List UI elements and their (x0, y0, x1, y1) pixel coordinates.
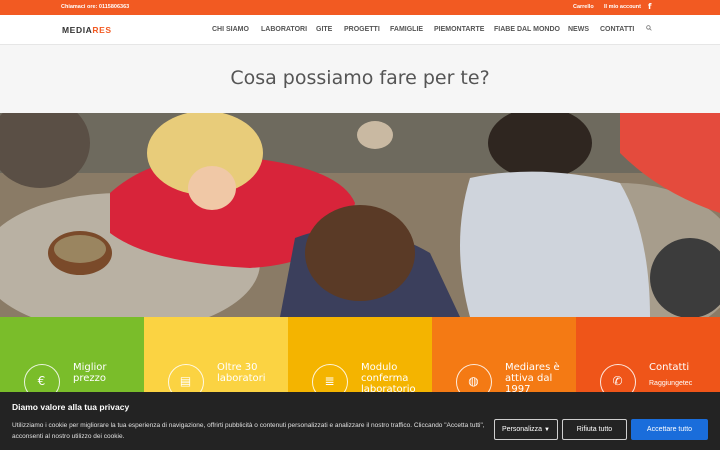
cookie-banner: Diamo valore alla tua privacy Utilizziam… (0, 392, 720, 450)
caret-down-icon: ▼ (544, 427, 550, 433)
phone-text: Chiamaci ore: 0115806363 (61, 4, 130, 10)
top-bar: Chiamaci ore: 0115806363 Carrello Il mio… (0, 0, 720, 15)
nav-contatti[interactable]: CONTATTI (600, 26, 634, 33)
nav-famiglie[interactable]: FAMIGLIE (390, 26, 423, 33)
tile-subtitle: Raggiungetec (649, 380, 693, 387)
reject-all-button[interactable]: Rifiuta tutto (562, 419, 627, 440)
customize-button[interactable]: Personalizza ▼ (494, 419, 558, 440)
cookie-body: Utilizziamo i cookie per migliorare la t… (12, 422, 485, 440)
hero-section: Cosa possiamo fare per te? (0, 45, 720, 113)
account-link[interactable]: Il mio account (604, 4, 641, 10)
search-icon[interactable] (646, 25, 652, 31)
hero-photo (0, 113, 720, 317)
tile-title: Modulo conferma laboratorio (361, 362, 416, 395)
nav-gite[interactable]: GITE (316, 26, 332, 33)
nav-news[interactable]: NEWS (568, 26, 589, 33)
page-title: Cosa possiamo fare per te? (230, 67, 490, 89)
nav-laboratori[interactable]: LABORATORI (261, 26, 307, 33)
logo[interactable]: MEDIARES (62, 25, 112, 35)
tile-title: Contatti (649, 362, 690, 373)
nav-piemontarte[interactable]: PIEMONTARTE (434, 26, 484, 33)
cart-link[interactable]: Carrello (573, 4, 594, 10)
site-header: MEDIARES CHI SIAMO LABORATORI GITE PROGE… (0, 15, 720, 45)
facebook-icon[interactable]: f (648, 2, 651, 11)
nav-chi-siamo[interactable]: CHI SIAMO (212, 26, 249, 33)
cookie-title: Diamo valore alla tua privacy (12, 402, 130, 412)
tile-title: Miglior prezzo (73, 362, 107, 384)
accept-all-button[interactable]: Accettare tutto (631, 419, 708, 440)
nav-progetti[interactable]: PROGETTI (344, 26, 380, 33)
tile-title: Mediares è attiva dal 1997 (505, 362, 560, 395)
nav-fiabe[interactable]: FIABE DAL MONDO (494, 26, 560, 33)
tile-title: Oltre 30 laboratori (217, 362, 266, 384)
